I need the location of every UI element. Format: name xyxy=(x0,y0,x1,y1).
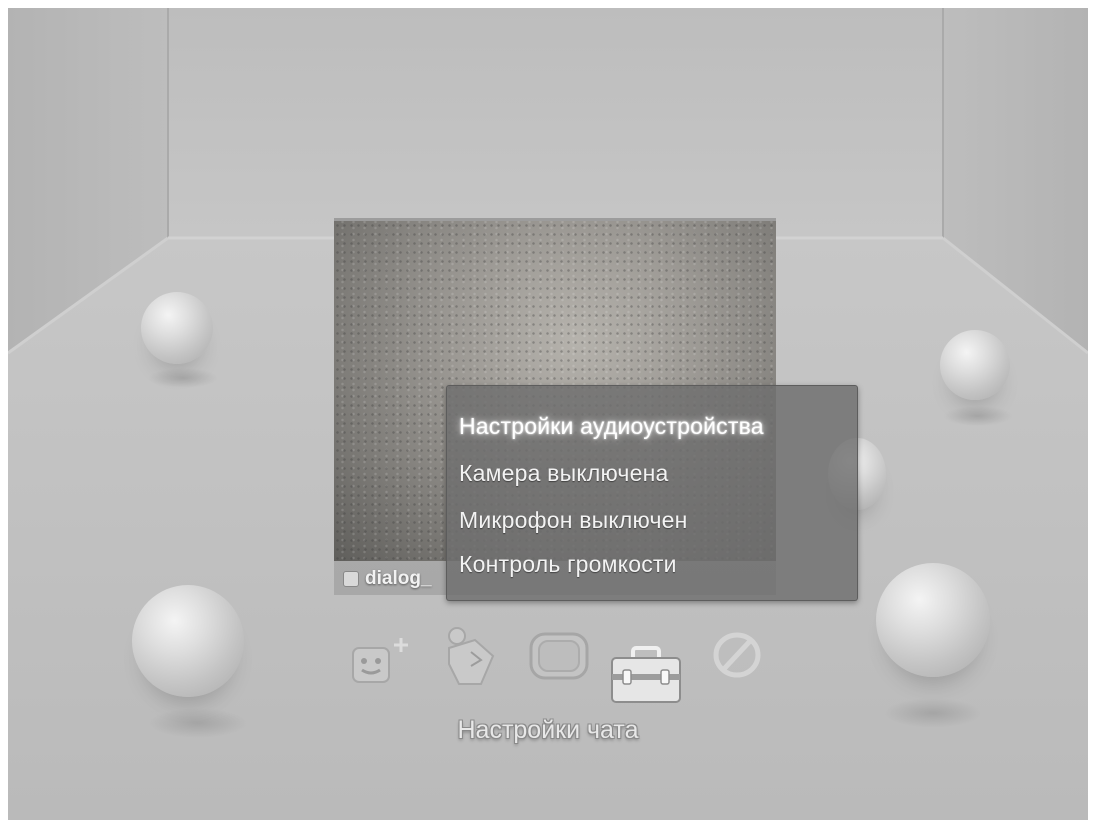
menu-item-volume-control[interactable]: Контроль громкости xyxy=(459,544,677,584)
add-friend-icon[interactable] xyxy=(351,636,413,686)
chat-options-menu: Настройки аудиоустройства Камера выключе… xyxy=(446,385,858,601)
sphere-shadow xyxy=(148,368,218,388)
selected-section-caption: Настройки чата xyxy=(457,716,639,744)
camera-user-name: dialog_ xyxy=(365,568,432,589)
decor-sphere xyxy=(940,330,1010,400)
decor-sphere xyxy=(876,563,990,677)
invite-box-icon[interactable] xyxy=(441,626,501,688)
no-entry-icon[interactable] xyxy=(711,630,763,680)
menu-item-audio-settings[interactable]: Настройки аудиоустройства xyxy=(459,406,764,446)
menu-item-camera-off[interactable]: Камера выключена xyxy=(459,453,668,493)
screen-icon[interactable] xyxy=(528,630,590,682)
decor-sphere xyxy=(132,585,244,697)
decor-sphere xyxy=(141,292,213,364)
camera-user-label: dialog_ xyxy=(343,568,432,590)
sphere-shadow xyxy=(943,406,1013,426)
toolbox-icon[interactable] xyxy=(609,646,683,704)
menu-item-mic-off[interactable]: Микрофон выключен xyxy=(459,500,688,540)
mic-status-icon xyxy=(343,571,359,587)
chat-screen: dialog_ Настройки аудиоустройства Камера… xyxy=(8,8,1088,820)
